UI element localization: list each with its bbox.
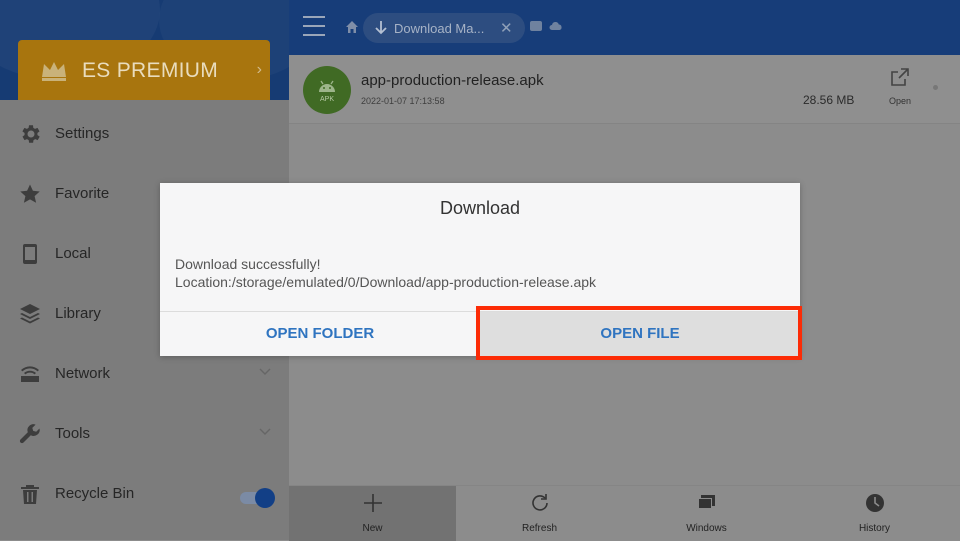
toggle-knob [255, 488, 275, 508]
router-icon [18, 362, 42, 386]
sidebar-item-recycle-bin[interactable]: Recycle Bin [0, 465, 289, 525]
refresh-icon [531, 494, 548, 511]
home-icon[interactable] [345, 20, 359, 34]
file-date: 2022-01-07 17:13:58 [361, 96, 445, 106]
sidebar-item-label: Network [55, 365, 111, 382]
chevron-down-icon[interactable] [258, 425, 272, 439]
sidebar-item-tools[interactable]: Tools [0, 405, 289, 465]
file-size: 28.56 MB [803, 93, 855, 107]
sidebar-item-label: Library [55, 305, 101, 322]
windows-icon [697, 495, 715, 509]
history-label: History [858, 523, 891, 534]
top-bar: Download Ma... ✕ [289, 0, 960, 55]
open-label: Open [888, 96, 912, 106]
layers-icon [18, 302, 42, 326]
gear-icon [18, 122, 42, 146]
phone-icon [18, 242, 42, 266]
close-icon[interactable]: ✕ [500, 19, 513, 37]
clock-icon [865, 494, 884, 512]
new-button[interactable]: New [289, 486, 456, 541]
trash-icon [18, 482, 42, 506]
sidebar-item-label: Favorite [55, 185, 110, 202]
refresh-button[interactable]: Refresh [456, 486, 623, 541]
plus-icon [363, 494, 382, 512]
wrench-icon [18, 422, 42, 446]
download-arrow-icon [375, 21, 387, 35]
bottom-bar: New Refresh Windows History [289, 485, 960, 541]
dialog-message-line1: Download successfully! [175, 256, 321, 272]
file-row[interactable]: APK app-production-release.apk 2022-01-0… [289, 55, 960, 124]
dialog-title: Download [439, 198, 521, 218]
dialog-message-line2: Location:/storage/emulated/0/Download/ap… [175, 274, 597, 290]
breadcrumb[interactable]: Download Ma... ✕ [363, 13, 525, 43]
recycle-bin-toggle[interactable] [240, 488, 275, 508]
open-folder-button[interactable]: OPEN FOLDER [160, 312, 480, 356]
crown-icon [42, 62, 66, 81]
apk-label: APK [319, 96, 334, 103]
sidebar-item-label: Local [55, 245, 91, 262]
chevron-right-icon: › [256, 61, 262, 78]
file-name: app-production-release.apk [361, 72, 544, 89]
history-button[interactable]: History [791, 486, 958, 541]
open-file-button[interactable]: OPEN FILE [480, 312, 800, 356]
download-dialog: Download Download successfully! Location… [160, 183, 800, 356]
windows-label: Windows [686, 523, 727, 534]
dialog-message: Download successfully! Location:/storage… [175, 255, 596, 291]
apk-file-icon: APK [303, 66, 351, 114]
android-icon [319, 80, 335, 92]
sidebar-item-settings[interactable]: Settings [0, 105, 289, 165]
refresh-label: Refresh [521, 523, 557, 534]
new-label: New [362, 523, 383, 534]
premium-label: ES PREMIUM [82, 59, 219, 82]
sidebar-item-label: Tools [55, 425, 91, 442]
chevron-down-icon[interactable] [258, 365, 272, 379]
menu-icon[interactable] [303, 16, 325, 36]
sidebar-item-label: Settings [55, 125, 110, 142]
open-button[interactable]: Open [883, 67, 917, 111]
star-icon [18, 182, 42, 206]
open-external-icon [891, 68, 909, 86]
premium-banner[interactable]: ES PREMIUM › [18, 40, 270, 100]
breadcrumb-label: Download Ma... [394, 21, 485, 36]
cloud-icon[interactable] [549, 21, 562, 31]
message-icon[interactable] [530, 21, 542, 31]
windows-button[interactable]: Windows [623, 486, 790, 541]
more-icon[interactable] [933, 85, 938, 90]
sidebar-item-label: Recycle Bin [55, 485, 135, 502]
